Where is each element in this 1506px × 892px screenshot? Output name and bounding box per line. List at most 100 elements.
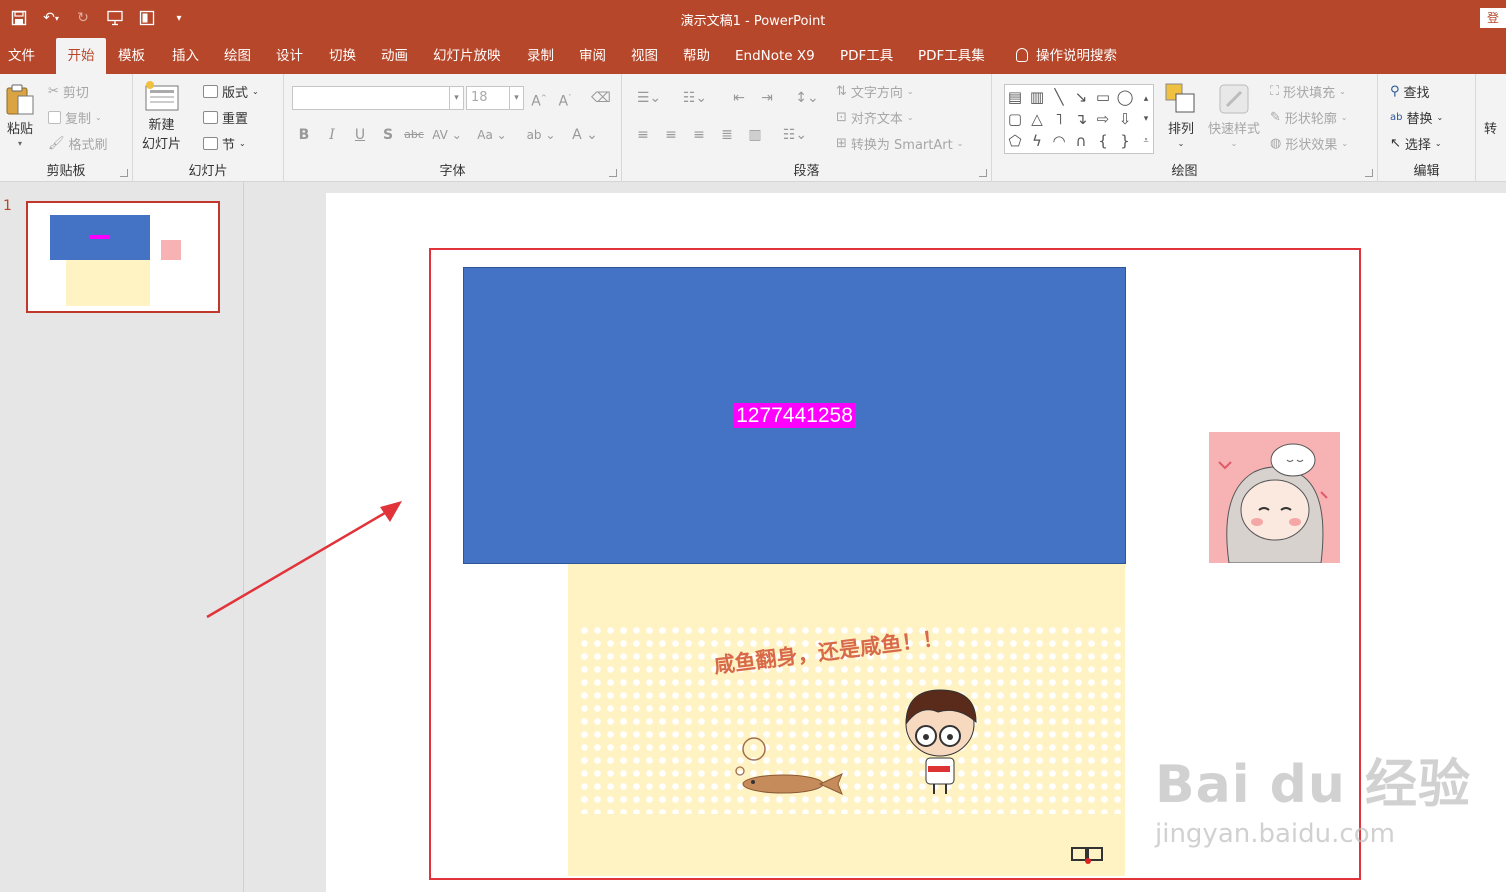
font-color-icon[interactable]: A ⌄ — [570, 124, 600, 146]
new-slide-button[interactable]: 新建 幻灯片 — [142, 80, 181, 152]
tab-template[interactable]: 模板 — [114, 38, 149, 74]
reset-button[interactable]: 重置 — [203, 108, 248, 127]
left-brace-shape-icon[interactable]: { — [1093, 131, 1113, 151]
tab-insert[interactable]: 插入 — [168, 38, 203, 74]
gallery-scroll-down-icon[interactable]: ▾ — [1139, 109, 1153, 129]
clipboard-launcher-icon[interactable] — [120, 169, 128, 177]
oval-shape-icon[interactable]: ◯ — [1115, 87, 1135, 107]
tab-home[interactable]: 开始 — [56, 38, 106, 74]
rectangle-shape-icon[interactable]: ▭ — [1093, 87, 1113, 107]
increase-indent-icon[interactable]: ⇥ — [756, 87, 778, 109]
tab-record[interactable]: 录制 — [523, 38, 558, 74]
section-button[interactable]: 节 ⌄ — [203, 134, 246, 153]
decrease-indent-icon[interactable]: ⇤ — [728, 87, 750, 109]
arc-shape-icon[interactable]: ◠ — [1049, 131, 1069, 151]
paragraph-launcher-icon[interactable] — [979, 169, 987, 177]
tab-endnote[interactable]: EndNote X9 — [731, 38, 819, 74]
vertical-textbox-shape-icon[interactable]: ▥ — [1027, 87, 1047, 107]
align-center-icon[interactable]: ≡ — [660, 124, 682, 146]
shape-outline-button[interactable]: ✎ 形状轮廓 ⌄ — [1270, 108, 1348, 127]
down-arrow-shape-icon[interactable]: ⇩ — [1115, 109, 1135, 129]
font-size-combo[interactable]: 18 ▾ — [466, 86, 524, 110]
align-text-button[interactable]: ⊡ 对齐文本 ⌄ — [836, 108, 914, 127]
clear-formatting-icon[interactable]: ⌫ — [590, 87, 612, 109]
quick-styles-button[interactable]: 快速样式 ⌄ — [1208, 82, 1260, 148]
tell-me-label: 操作说明搜索 — [1036, 48, 1117, 64]
line-shape-icon[interactable]: ╲ — [1049, 87, 1069, 107]
shapes-gallery[interactable]: ▤ ▥ ╲ ↘ ▭ ◯ ▢ △ ˥ ↴ ⇨ ⇩ ⬠ ϟ ◠ ∩ { } ▴ ▾ … — [1004, 84, 1154, 154]
replace-button[interactable]: ab 替换 ⌄ — [1390, 108, 1443, 127]
gallery-scroll-up-icon[interactable]: ▴ — [1139, 89, 1153, 109]
gallery-expand-icon[interactable]: ⩡ — [1139, 131, 1153, 151]
tab-design[interactable]: 设计 — [272, 38, 307, 74]
columns-icon[interactable]: ☷⌄ — [778, 124, 812, 146]
shadow-icon[interactable]: S — [377, 124, 399, 146]
group-label: 绘图 — [1171, 164, 1198, 179]
tab-animations[interactable]: 动画 — [377, 38, 412, 74]
lightning-shape-icon[interactable]: ϟ — [1027, 131, 1047, 151]
triangle-shape-icon[interactable]: △ — [1027, 109, 1047, 129]
find-button[interactable]: ⚲ 查找 — [1390, 82, 1430, 101]
paste-button[interactable]: 粘贴 ▾ — [5, 82, 35, 148]
underline-icon[interactable]: U — [349, 124, 371, 146]
align-right-icon[interactable]: ≡ — [688, 124, 710, 146]
slide-thumbnail-1[interactable] — [26, 201, 220, 313]
elbow-connector-shape-icon[interactable]: ˥ — [1049, 109, 1069, 129]
copy-button[interactable]: 复制 ⌄ — [48, 108, 102, 127]
align-left-icon[interactable]: ≡ — [632, 124, 654, 146]
tab-slideshow[interactable]: 幻灯片放映 — [429, 38, 505, 74]
justify-icon[interactable]: ≣ — [716, 124, 738, 146]
increase-font-icon[interactable]: A^ — [528, 87, 550, 110]
thumb-girl-image — [161, 240, 181, 260]
convert-smartart-button[interactable]: ⊞ 转换为 SmartArt ⌄ — [836, 134, 963, 153]
strikethrough-icon[interactable]: abc — [403, 124, 425, 146]
right-arrow-shape-icon[interactable]: ⇨ — [1093, 109, 1113, 129]
font-launcher-icon[interactable] — [609, 169, 617, 177]
login-button[interactable]: 登 — [1480, 8, 1506, 28]
tab-view[interactable]: 视图 — [627, 38, 662, 74]
italic-icon[interactable]: I — [321, 124, 343, 146]
line-spacing-icon[interactable]: ↕⌄ — [790, 87, 824, 109]
char-spacing-icon[interactable]: AV ⌄ — [431, 124, 463, 146]
distribute-icon[interactable]: ▥ — [744, 124, 766, 146]
highlight-icon[interactable]: ab ⌄ — [526, 124, 556, 146]
change-case-icon[interactable]: Aa ⌄ — [476, 124, 508, 146]
textbox-shape-icon[interactable]: ▤ — [1005, 87, 1025, 107]
shape-fill-button[interactable]: ⛶ 形状填充 ⌄ — [1270, 82, 1346, 101]
decrease-font-icon[interactable]: Aˇ — [554, 87, 576, 110]
shape-effects-button[interactable]: ◍ 形状效果 ⌄ — [1270, 134, 1348, 153]
font-name-combo[interactable]: ▾ — [292, 86, 464, 110]
tab-transitions[interactable]: 切换 — [325, 38, 360, 74]
tab-pdf-tools[interactable]: PDF工具 — [836, 38, 897, 74]
bold-icon[interactable]: B — [293, 124, 315, 146]
convert-button[interactable]: 转 — [1484, 118, 1497, 137]
elbow-arrow-shape-icon[interactable]: ↴ — [1071, 109, 1091, 129]
arrow-line-shape-icon[interactable]: ↘ — [1071, 87, 1091, 107]
window-title: 演示文稿1 - PowerPoint — [680, 14, 826, 29]
rounded-rect-shape-icon[interactable]: ▢ — [1005, 109, 1025, 129]
bullets-icon[interactable]: ☰⌄ — [632, 87, 666, 109]
font-name-dropdown-icon[interactable]: ▾ — [449, 87, 463, 109]
copy-dropdown-icon: ⌄ — [95, 113, 102, 122]
tab-review[interactable]: 审阅 — [575, 38, 610, 74]
curve-shape-icon[interactable]: ∩ — [1071, 131, 1091, 151]
tab-pdf-toolset[interactable]: PDF工具集 — [914, 38, 989, 74]
tell-me-search[interactable]: 操作说明搜索 — [1012, 38, 1121, 74]
tab-draw[interactable]: 绘图 — [220, 38, 255, 74]
select-label: 选择 — [1404, 138, 1431, 153]
text-direction-button[interactable]: ⇅ 文字方向 ⌄ — [836, 82, 914, 101]
tab-file[interactable]: 文件 — [4, 38, 39, 74]
freeform-shape-icon[interactable]: ⬠ — [1005, 131, 1025, 151]
layout-button[interactable]: 版式 ⌄ — [203, 82, 259, 101]
select-button[interactable]: ↖ 选择 ⌄ — [1390, 134, 1442, 153]
tab-help[interactable]: 帮助 — [679, 38, 714, 74]
drawing-launcher-icon[interactable] — [1365, 169, 1373, 177]
cut-button[interactable]: ✂ 剪切 — [48, 82, 89, 101]
numbering-icon[interactable]: ☷⌄ — [678, 87, 712, 109]
right-brace-shape-icon[interactable]: } — [1115, 131, 1135, 151]
pencil-icon: ✎ — [1270, 110, 1281, 125]
format-painter-button[interactable]: 🖌 格式刷 — [48, 134, 108, 153]
arrange-button[interactable]: 排列 ⌄ — [1164, 82, 1198, 148]
convert-label: 转 — [1484, 122, 1498, 137]
font-size-dropdown-icon[interactable]: ▾ — [509, 87, 523, 109]
